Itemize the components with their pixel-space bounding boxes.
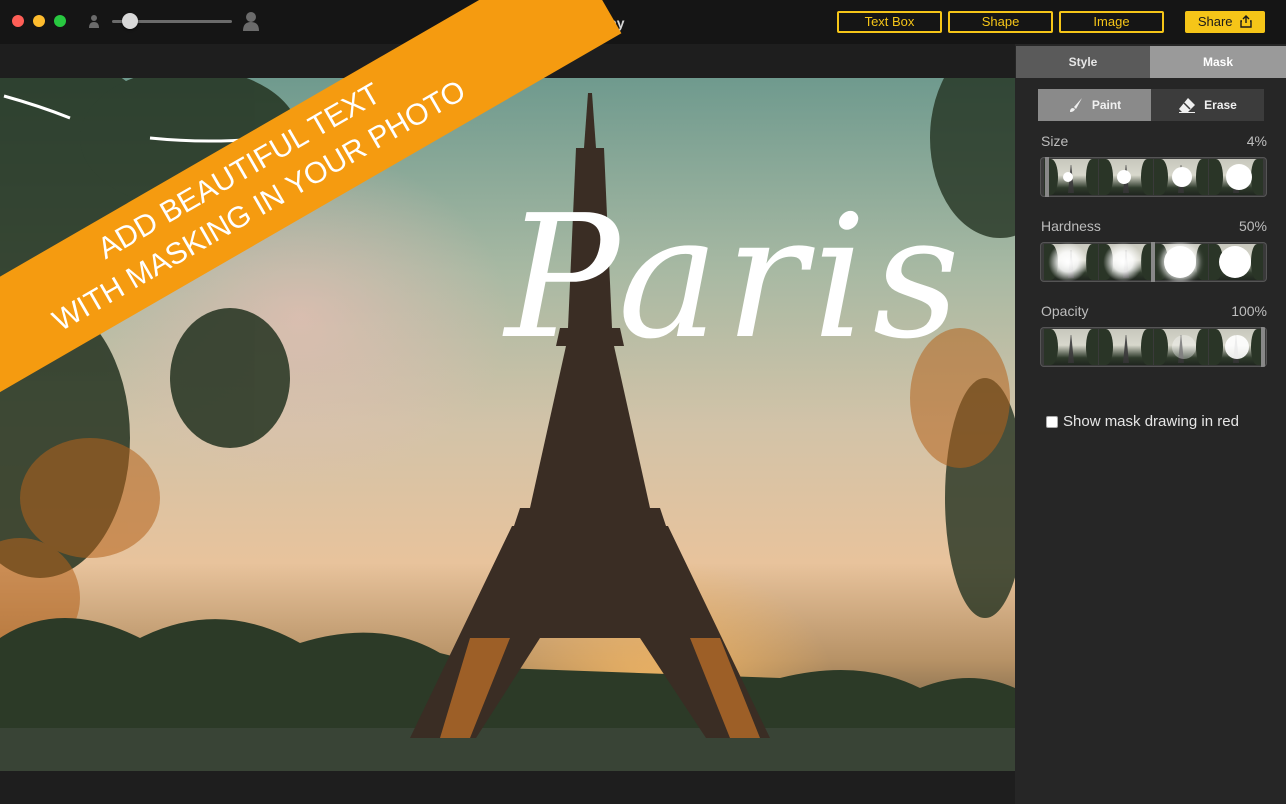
opacity-label: Opacity [1041, 303, 1089, 319]
eraser-icon [1179, 98, 1196, 113]
brush-size-dot [1172, 167, 1192, 187]
hardness-sample [1048, 242, 1088, 282]
shape-button[interactable]: Shape [948, 11, 1053, 33]
inspector-panel: Style Mask Paint Erase Size 4% Hardness … [1015, 44, 1286, 804]
share-button-label: Share [1197, 14, 1233, 29]
hardness-slider[interactable] [1040, 242, 1267, 282]
hardness-sample [1164, 246, 1196, 278]
erase-mode-label: Erase [1204, 98, 1237, 112]
show-mask-red-label[interactable]: Show mask drawing in red [1063, 413, 1239, 430]
brush-icon [1069, 98, 1082, 112]
show-mask-red-checkbox[interactable] [1046, 416, 1058, 428]
size-slider[interactable] [1040, 157, 1267, 197]
opacity-sample [1225, 335, 1249, 359]
hardness-value: 50% [1238, 218, 1267, 234]
hardness-slider-handle[interactable] [1151, 242, 1155, 282]
opacity-slider-handle[interactable] [1261, 327, 1265, 367]
title-bar: Typography Text Box Shape Image Share [0, 0, 1286, 44]
share-button[interactable]: Share [1185, 11, 1265, 33]
tab-style[interactable]: Style [1016, 46, 1150, 78]
paint-mode-button[interactable]: Paint [1038, 89, 1151, 121]
brush-size-dot [1063, 172, 1073, 182]
image-button[interactable]: Image [1059, 11, 1164, 33]
brush-size-dot [1226, 164, 1252, 190]
opacity-slider[interactable] [1040, 327, 1267, 367]
size-value: 4% [1246, 133, 1267, 149]
opacity-sample [1172, 335, 1196, 359]
text-box-button[interactable]: Text Box [837, 11, 942, 33]
erase-mode-button[interactable]: Erase [1151, 89, 1264, 121]
paris-overlay-text[interactable]: Paris [505, 193, 966, 363]
size-slider-handle[interactable] [1045, 157, 1049, 197]
size-label: Size [1041, 133, 1069, 149]
hardness-sample [1219, 246, 1251, 278]
hardness-sample [1103, 242, 1143, 282]
brush-size-dot [1117, 170, 1131, 184]
opacity-value: 100% [1231, 303, 1267, 319]
inspector-tabs: Style Mask [1016, 46, 1286, 78]
share-icon [1240, 15, 1252, 28]
hardness-label: Hardness [1041, 218, 1101, 234]
paint-mode-label: Paint [1091, 98, 1122, 112]
tab-mask[interactable]: Mask [1150, 46, 1286, 78]
photo-canvas[interactable]: Paris [0, 78, 1015, 771]
